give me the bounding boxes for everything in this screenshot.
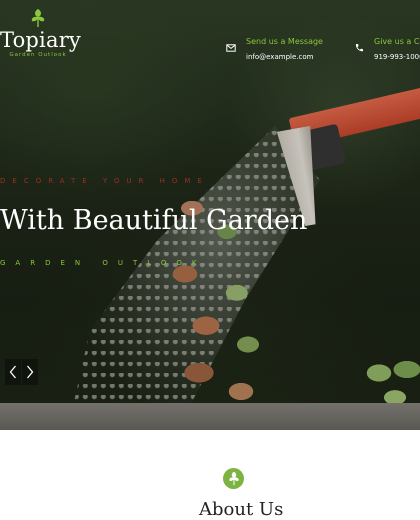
contact-email[interactable]: info@example.com bbox=[246, 53, 313, 61]
contact-phone[interactable]: 919-993-1000-0 bbox=[374, 53, 420, 61]
slider-next-button[interactable] bbox=[22, 359, 38, 385]
brand-name: Topiary bbox=[0, 28, 82, 52]
about-badge bbox=[223, 468, 244, 489]
contact-message-title: Send us a Message bbox=[246, 37, 323, 46]
hero-subtitle: GARDEN OUTLOOK bbox=[0, 259, 207, 267]
slider-prev-button[interactable] bbox=[5, 359, 21, 385]
hero-kicker: DECORATE YOUR HOME bbox=[0, 177, 209, 185]
envelope-icon bbox=[226, 44, 236, 52]
leaf-icon bbox=[228, 471, 239, 486]
brand-tagline: Garden Outlook bbox=[9, 52, 67, 58]
contact-call-title: Give us a Call bbox=[374, 37, 420, 46]
hero-slider: Topiary Garden Outlook Send us a Message… bbox=[0, 0, 420, 430]
chevron-left-icon bbox=[9, 365, 16, 379]
contact-message[interactable]: Send us a Message info@example.com bbox=[226, 37, 326, 67]
chevron-right-icon bbox=[27, 365, 34, 379]
hero-title: With Beautiful Garden bbox=[0, 205, 308, 236]
logo[interactable]: Topiary Garden Outlook bbox=[0, 8, 82, 58]
phone-icon bbox=[355, 44, 363, 52]
about-heading: About Us bbox=[199, 499, 284, 520]
contact-call[interactable]: Give us a Call 919-993-1000-0 bbox=[354, 37, 420, 67]
leaf-icon bbox=[31, 9, 45, 27]
